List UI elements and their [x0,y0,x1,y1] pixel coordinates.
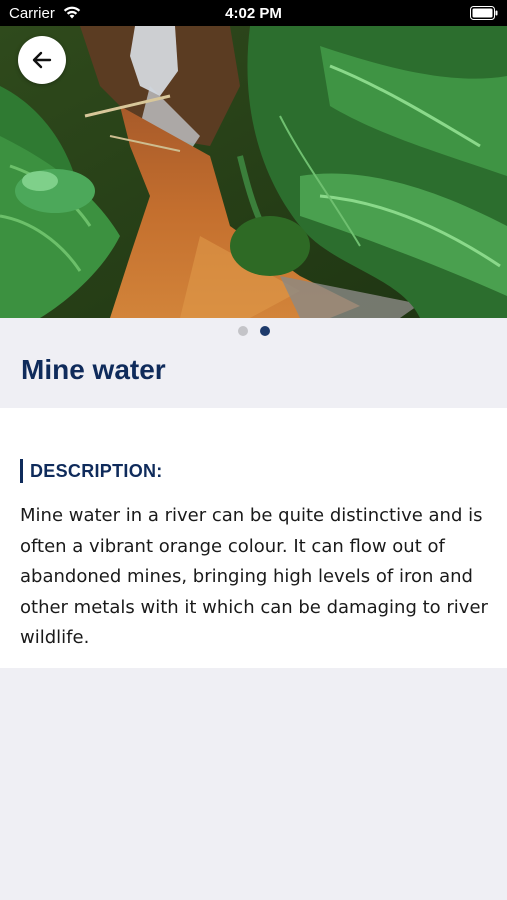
description-text: Mine water in a river can be quite disti… [20,505,488,648]
section-heading: DESCRIPTION: [20,459,163,483]
arrow-left-icon [32,51,52,69]
page-indicator[interactable] [0,326,507,336]
description-card: DESCRIPTION: Mine water in a river can b… [0,408,507,668]
page-title: Mine water [21,354,166,385]
title-area: Mine water [0,318,507,408]
battery-icon [470,6,498,20]
clock: 4:02 PM [225,5,282,22]
status-bar: Carrier 4:02 PM [0,0,507,26]
page-dot-1[interactable] [237,326,248,336]
hero-image[interactable] [0,26,507,318]
back-button[interactable] [18,36,66,84]
page-dot-2[interactable] [259,326,270,336]
